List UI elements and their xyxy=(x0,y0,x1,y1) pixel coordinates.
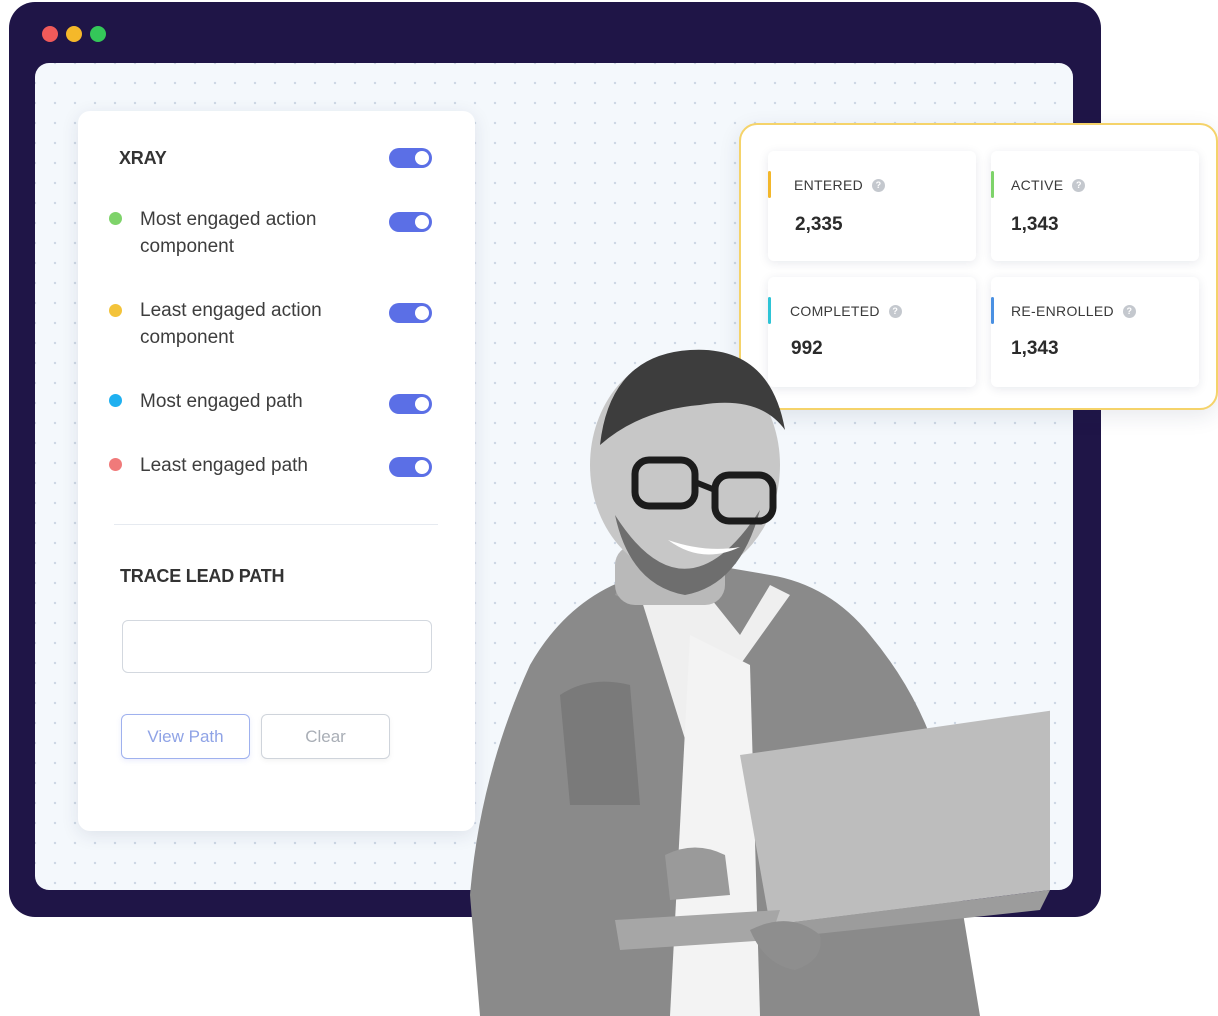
question-circle-icon[interactable]: ? xyxy=(872,178,885,192)
most-engaged-action-dot xyxy=(109,212,122,225)
question-circle-icon[interactable]: ? xyxy=(1122,304,1136,318)
stat-completed-bar xyxy=(768,297,771,324)
stat-completed-label: COMPLETED xyxy=(790,303,880,319)
most-engaged-path-label: Most engaged path xyxy=(140,391,303,412)
question-circle-icon[interactable]: ? xyxy=(1072,178,1086,192)
stat-re-enrolled-bar xyxy=(991,297,994,324)
trace-lead-path-title: TRACE LEAD PATH xyxy=(120,566,285,586)
stat-active-label-row: ACTIVE ? xyxy=(1011,177,1086,193)
stat-re-enrolled-label-row: RE-ENROLLED ? xyxy=(1011,303,1136,319)
xray-panel: XRAY Most engaged action component Least… xyxy=(78,111,475,831)
window-minimize-icon[interactable] xyxy=(66,26,82,42)
least-engaged-action-dot xyxy=(109,304,122,317)
stat-active-bar xyxy=(991,171,994,198)
stat-entered-label: ENTERED xyxy=(794,177,863,193)
person-with-laptop-image xyxy=(470,349,1050,1016)
least-engaged-path-toggle[interactable] xyxy=(389,457,432,477)
most-engaged-path-dot xyxy=(109,394,122,407)
most-engaged-action-toggle[interactable] xyxy=(389,212,432,232)
most-engaged-action-label: Most engaged action component xyxy=(140,209,317,257)
stat-completed-label-row: COMPLETED ? xyxy=(790,303,902,319)
least-engaged-path-label: Least engaged path xyxy=(140,455,308,476)
stat-entered-bar xyxy=(768,171,771,198)
stat-active-label: ACTIVE xyxy=(1011,177,1064,193)
window-maximize-icon[interactable] xyxy=(90,26,106,42)
stat-re-enrolled-label: RE-ENROLLED xyxy=(1011,303,1114,319)
xray-toggle[interactable] xyxy=(389,148,432,168)
question-circle-icon[interactable]: ? xyxy=(888,304,902,318)
least-engaged-path-dot xyxy=(109,458,122,471)
most-engaged-path-toggle[interactable] xyxy=(389,394,432,414)
clear-button[interactable]: Clear xyxy=(261,714,390,759)
stat-entered: ENTERED ? 2,335 xyxy=(768,151,976,261)
stat-active: ACTIVE ? 1,343 xyxy=(991,151,1199,261)
panel-divider xyxy=(114,524,438,525)
view-path-button[interactable]: View Path xyxy=(121,714,250,759)
least-engaged-action-label: Least engaged action component xyxy=(140,300,322,348)
stat-entered-value: 2,335 xyxy=(795,214,843,235)
window-close-icon[interactable] xyxy=(42,26,58,42)
trace-lead-path-input[interactable] xyxy=(122,620,432,673)
stat-active-value: 1,343 xyxy=(1011,214,1059,235)
xray-title: XRAY xyxy=(119,148,167,168)
least-engaged-action-toggle[interactable] xyxy=(389,303,432,323)
stat-entered-label-row: ENTERED ? xyxy=(794,177,885,193)
